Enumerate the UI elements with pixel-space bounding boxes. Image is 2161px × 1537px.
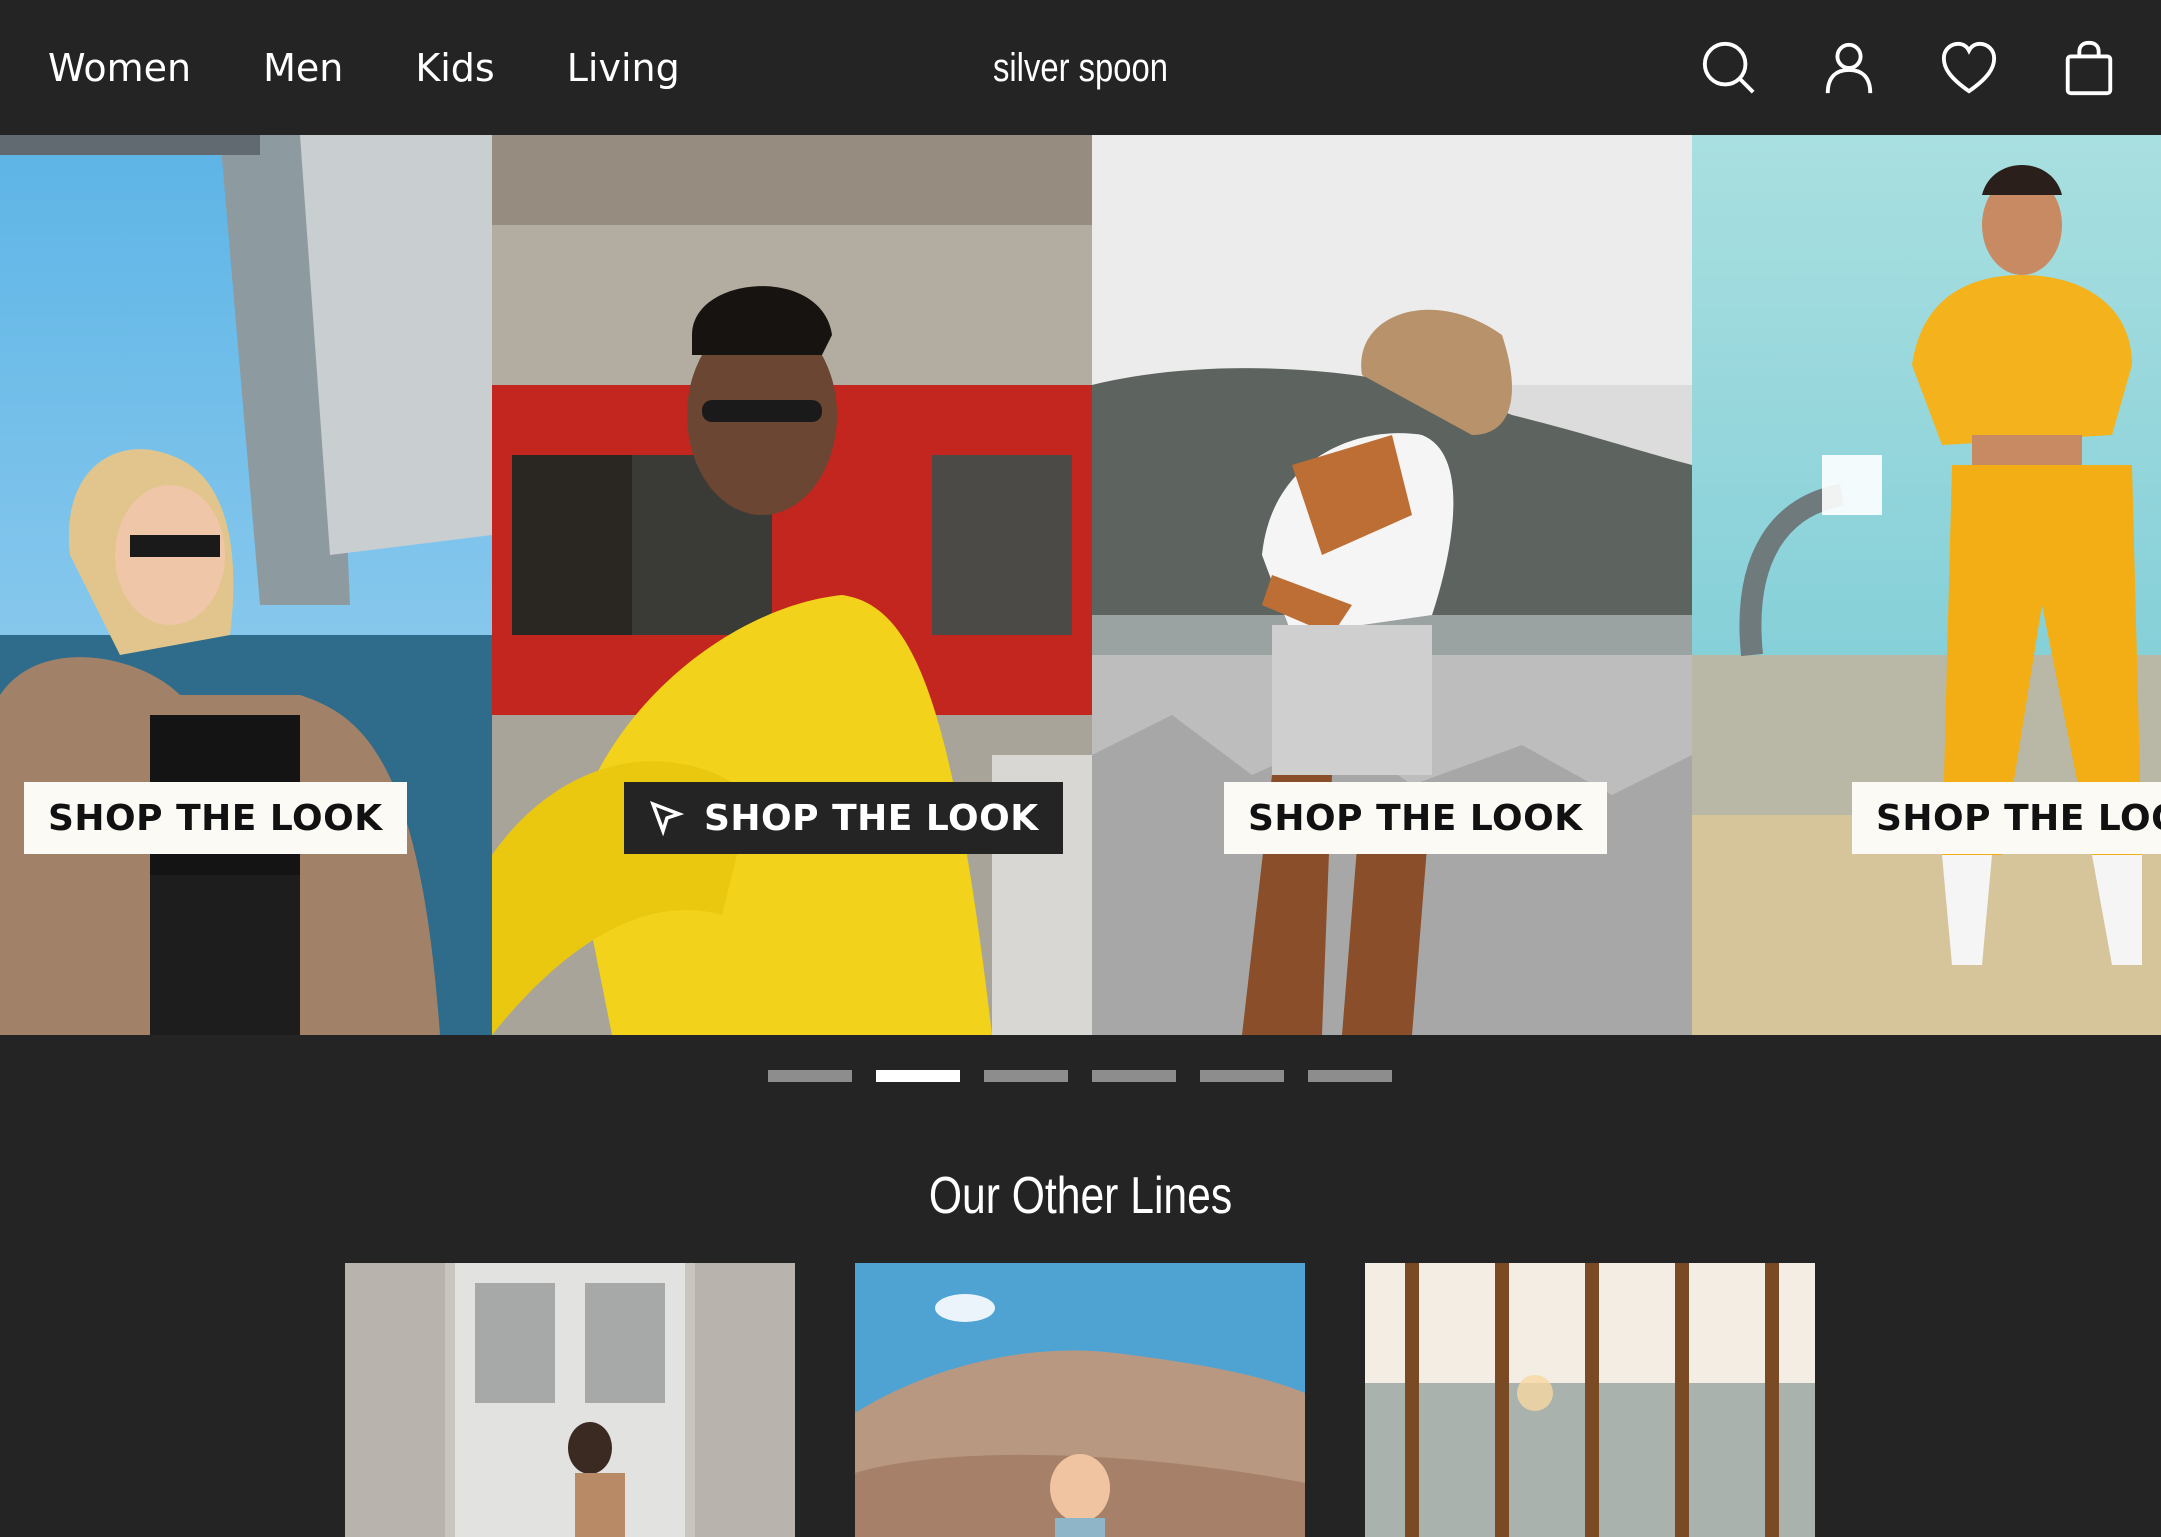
line-card-kids[interactable] [855, 1263, 1305, 1537]
cursor-arrow-icon [648, 800, 685, 837]
shop-the-look-label-2: SHOP THE LOOK [704, 797, 1039, 839]
slide-1-photo [0, 135, 492, 1035]
slide-2-photo [492, 135, 1092, 1035]
shop-the-look-button-4[interactable]: SHOP THE LOOK [1852, 782, 2161, 854]
slide-4-photo [1692, 135, 2161, 1035]
line-card-living[interactable] [1365, 1263, 1815, 1537]
carousel-slide-4[interactable]: SHOP THE LOOK [1692, 135, 2161, 1035]
other-lines-grid [345, 1263, 1875, 1537]
pagination-dot-2-active[interactable] [876, 1070, 960, 1082]
shop-the-look-button-2[interactable]: SHOP THE LOOK [624, 782, 1063, 854]
search-icon[interactable] [1697, 36, 1761, 100]
site-header: Women Men Kids Living silver spoon [0, 0, 2161, 135]
shopping-bag-icon[interactable] [2057, 36, 2121, 100]
section-title-other-lines: Our Other Lines [928, 1167, 1233, 1225]
line-card-men-photo [345, 1263, 795, 1537]
shop-the-look-button-3[interactable]: SHOP THE LOOK [1224, 782, 1607, 854]
line-card-kids-photo [855, 1263, 1305, 1537]
line-card-men[interactable] [345, 1263, 795, 1537]
header-icons [1641, 36, 2121, 100]
shop-the-look-button-1[interactable]: SHOP THE LOOK [24, 782, 407, 854]
line-card-living-photo [1365, 1263, 1815, 1537]
carousel-slide-2[interactable]: SHOP THE LOOK [492, 135, 1092, 1035]
pagination-dot-6[interactable] [1308, 1070, 1392, 1082]
carousel-slide-1[interactable]: SHOP THE LOOK [0, 135, 492, 1035]
hero-carousel[interactable]: SHOP THE LOOK SHOP THE LOOK SHOP THE LOO… [0, 135, 2161, 1035]
wishlist-heart-icon[interactable] [1937, 36, 2001, 100]
pagination-dot-3[interactable] [984, 1070, 1068, 1082]
slide-3-photo [1092, 135, 1692, 1035]
carousel-pagination [768, 1070, 1416, 1082]
carousel-slide-3[interactable]: SHOP THE LOOK [1092, 135, 1692, 1035]
nav-link-women[interactable]: Women [48, 38, 191, 98]
pagination-dot-1[interactable] [768, 1070, 852, 1082]
pagination-dot-5[interactable] [1200, 1070, 1284, 1082]
pagination-dot-4[interactable] [1092, 1070, 1176, 1082]
account-icon[interactable] [1817, 36, 1881, 100]
